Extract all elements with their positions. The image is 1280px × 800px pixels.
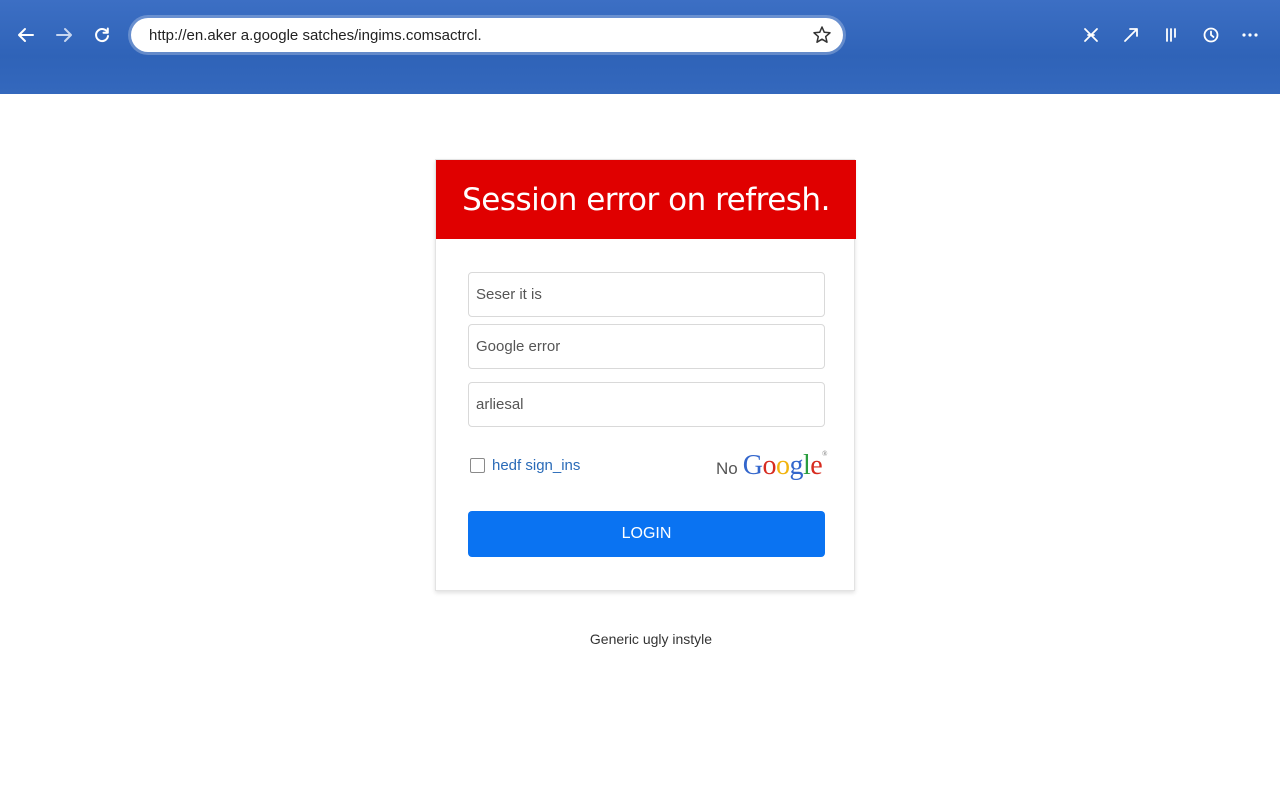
- forward-arrow-icon: [56, 28, 72, 42]
- more-icon: [1242, 33, 1258, 37]
- reload-icon: [95, 27, 109, 43]
- brand-prefix: No: [715, 459, 738, 478]
- username-field[interactable]: [468, 272, 825, 317]
- address-url[interactable]: http://en.aker a.google satches/ingims.c…: [149, 27, 482, 44]
- more-menu-button[interactable]: [1236, 21, 1264, 49]
- password-field[interactable]: [468, 382, 825, 427]
- extensions-button[interactable]: [1077, 21, 1105, 49]
- error-banner: Session error on refresh.: [436, 160, 856, 239]
- google-logo: Google®: [742, 450, 828, 481]
- reload-button[interactable]: [87, 20, 117, 50]
- remember-checkbox[interactable]: [470, 458, 485, 473]
- history-button[interactable]: [1197, 21, 1225, 49]
- error-message: Session error on refresh.: [462, 181, 830, 218]
- history-icon: [1203, 27, 1219, 43]
- share-button[interactable]: [1117, 21, 1145, 49]
- star-icon: [813, 26, 831, 43]
- reading-list-icon: [1166, 28, 1176, 42]
- google-field[interactable]: [468, 324, 825, 369]
- forward-button[interactable]: [49, 20, 79, 50]
- bookmark-star-button[interactable]: [811, 24, 833, 46]
- login-card: Session error on refresh. hedf sign_ins …: [435, 159, 856, 591]
- login-button[interactable]: LOGIN: [468, 511, 825, 557]
- puzzle-icon: [1084, 28, 1098, 42]
- address-bar[interactable]: http://en.aker a.google satches/ingims.c…: [131, 18, 843, 52]
- browser-toolbar: http://en.aker a.google satches/ingims.c…: [0, 0, 1280, 94]
- reading-list-button[interactable]: [1157, 21, 1185, 49]
- google-brand: No Google®: [716, 450, 827, 482]
- toolbar-row: http://en.aker a.google satches/ingims.c…: [0, 14, 1280, 56]
- back-button[interactable]: [11, 20, 41, 50]
- share-icon: [1124, 28, 1138, 42]
- back-arrow-icon: [18, 28, 34, 42]
- remember-row: hedf sign_ins: [470, 457, 580, 474]
- footer-note: Generic ugly instyle: [589, 631, 713, 647]
- remember-label[interactable]: hedf sign_ins: [492, 457, 580, 474]
